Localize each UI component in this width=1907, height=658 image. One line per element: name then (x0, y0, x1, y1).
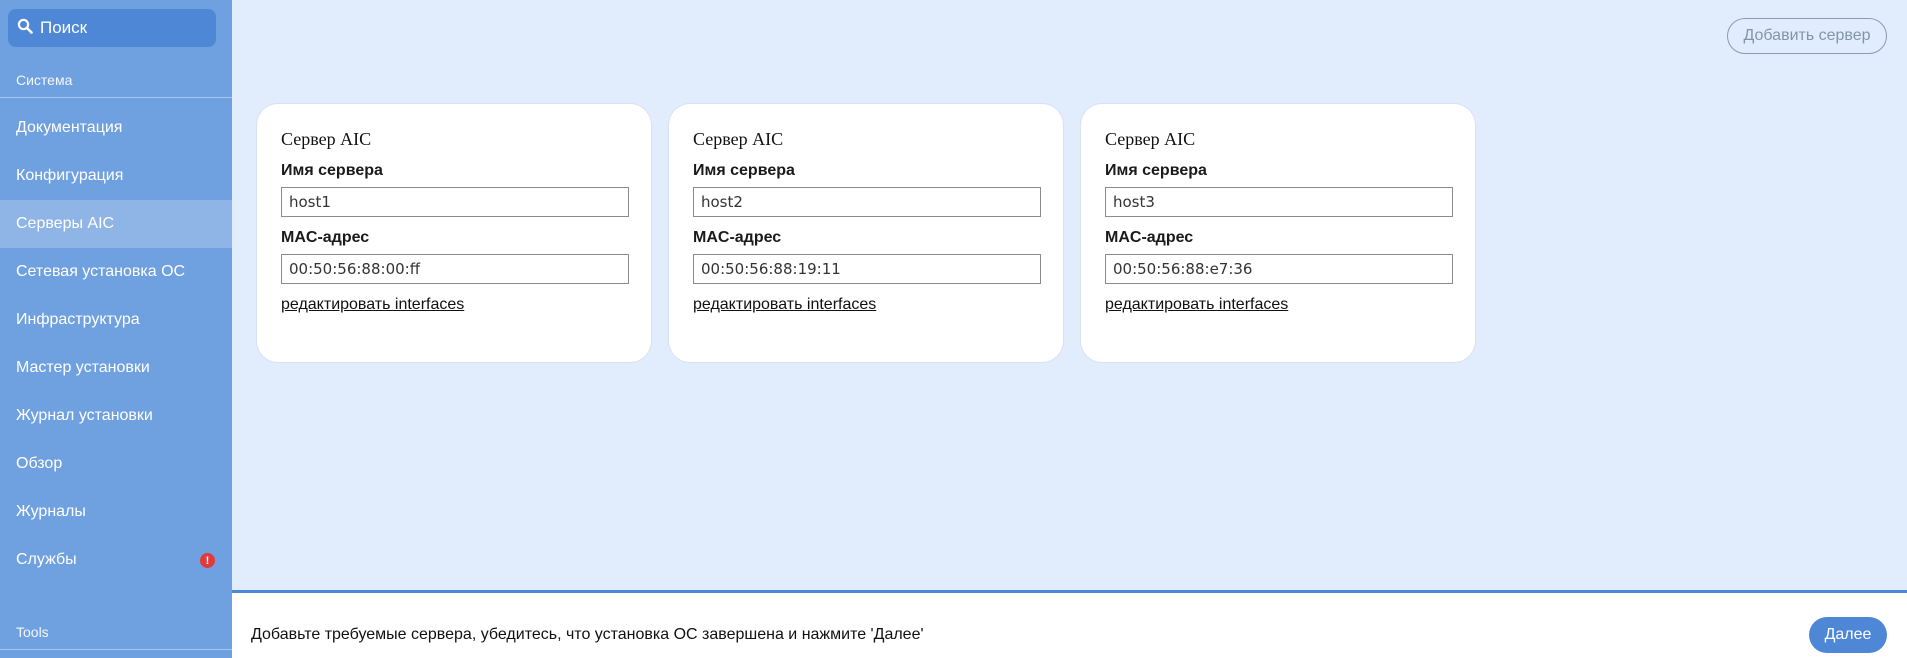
footer-instruction: Добавьте требуемые сервера, убедитесь, ч… (251, 626, 924, 643)
server-card: Сервер AIC Имя сервера host3 MAC-адрес 0… (1080, 103, 1476, 363)
server-name-label: Имя сервера (1105, 162, 1207, 179)
sidebar-item-overview[interactable]: Обзор (0, 440, 232, 488)
mac-address-field[interactable]: 00:50:56:88:e7:36 (1105, 254, 1453, 284)
add-server-button[interactable]: Добавить сервер (1727, 18, 1887, 54)
sidebar-item-label: Службы (16, 551, 77, 568)
card-title: Сервер AIC (693, 129, 784, 149)
server-name-label: Имя сервера (693, 162, 795, 179)
section-divider (0, 649, 232, 650)
mac-address-field[interactable]: 00:50:56:88:19:11 (693, 254, 1041, 284)
server-card: Сервер AIC Имя сервера host1 MAC-адрес 0… (256, 103, 652, 363)
sidebar-item-logs[interactable]: Журналы (0, 488, 232, 536)
server-card: Сервер AIC Имя сервера host2 MAC-адрес 0… (668, 103, 1064, 363)
next-button[interactable]: Далее (1809, 617, 1887, 653)
server-name-field[interactable]: host3 (1105, 187, 1453, 217)
footer-bar: Добавьте требуемые сервера, убедитесь, ч… (232, 590, 1907, 658)
card-title: Сервер AIC (1105, 129, 1196, 149)
edit-interfaces-link[interactable]: редактировать interfaces (281, 296, 464, 314)
sidebar-item-network-os-install[interactable]: Сетевая установка ОС (0, 248, 232, 296)
sidebar-item-label: Обзор (16, 455, 63, 472)
sidebar-item-configuration[interactable]: Конфигурация (0, 152, 232, 200)
server-name-label: Имя сервера (281, 162, 383, 179)
section-title-tools: Tools (16, 624, 49, 640)
sidebar-item-label: Мастер установки (16, 359, 150, 376)
sidebar-item-label: Сетевая установка ОС (16, 263, 186, 280)
search-input[interactable]: Поиск (8, 9, 216, 47)
sidebar-item-label: Журнал установки (16, 407, 153, 424)
sidebar-item-documentation[interactable]: Документация (0, 104, 232, 152)
sidebar-item-label: Документация (16, 119, 123, 136)
sidebar-item-label: Инфраструктура (16, 311, 140, 328)
card-title: Сервер AIC (281, 129, 372, 149)
section-divider (0, 97, 232, 98)
mac-address-label: MAC-адрес (1105, 229, 1194, 246)
sidebar-nav: Документация Конфигурация Серверы AIC Се… (0, 104, 232, 584)
search-placeholder: Поиск (40, 18, 88, 37)
sidebar-item-label: Серверы AIC (16, 215, 115, 232)
server-name-field[interactable]: host1 (281, 187, 629, 217)
alert-icon: ! (200, 553, 215, 568)
edit-interfaces-link[interactable]: редактировать interfaces (693, 296, 876, 314)
sidebar-item-label: Журналы (16, 503, 86, 520)
sidebar-item-aic-servers[interactable]: Серверы AIC (0, 200, 232, 248)
mac-address-field[interactable]: 00:50:56:88:00:ff (281, 254, 629, 284)
mac-address-label: MAC-адрес (281, 229, 370, 246)
search-icon (17, 18, 33, 39)
mac-address-label: MAC-адрес (693, 229, 782, 246)
sidebar-item-install-log[interactable]: Журнал установки (0, 392, 232, 440)
server-name-field[interactable]: host2 (693, 187, 1041, 217)
sidebar-item-label: Конфигурация (16, 167, 124, 184)
edit-interfaces-link[interactable]: редактировать interfaces (1105, 296, 1288, 314)
sidebar: Поиск Система Документация Конфигурация … (0, 0, 232, 658)
sidebar-item-install-wizard[interactable]: Мастер установки (0, 344, 232, 392)
section-title-system: Система (16, 72, 73, 88)
sidebar-item-services[interactable]: Службы ! (0, 536, 232, 584)
sidebar-item-infrastructure[interactable]: Инфраструктура (0, 296, 232, 344)
